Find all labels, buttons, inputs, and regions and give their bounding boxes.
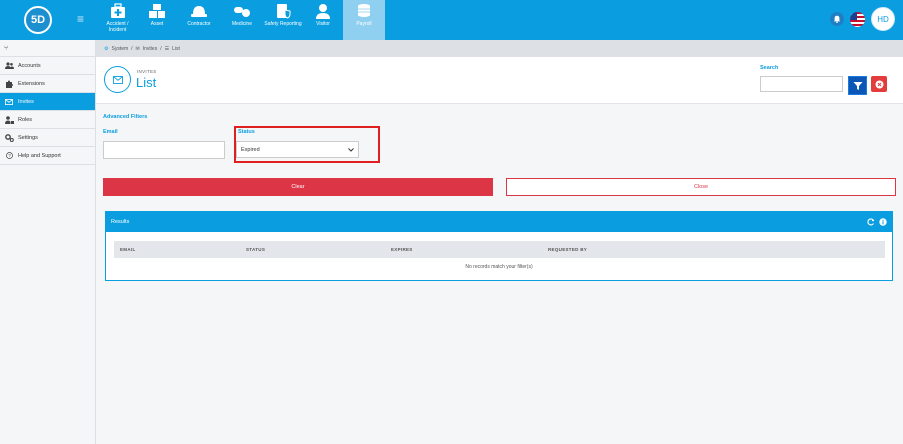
module-label: Visitor bbox=[316, 21, 330, 27]
page-header: INVITES List Search bbox=[96, 57, 903, 104]
coins-icon bbox=[358, 4, 370, 17]
logo-area: 5D ≡ bbox=[0, 0, 96, 40]
us-flag-icon[interactable] bbox=[850, 11, 865, 27]
user-icon bbox=[316, 4, 330, 19]
results-header: Results bbox=[106, 212, 892, 232]
breadcrumb: ⚙ System / ✉ Invites / ☰ List bbox=[96, 40, 903, 57]
module-medicine[interactable]: Medicine bbox=[222, 0, 262, 40]
app-logo[interactable]: 5D bbox=[24, 6, 52, 34]
results-panel: Results EMAIL STATUS EXPIRES REQUESTED B… bbox=[105, 211, 893, 281]
module-label: Accident / Incident bbox=[106, 21, 129, 33]
sidebar-item-label: Accounts bbox=[18, 62, 41, 69]
medkit-icon bbox=[110, 3, 125, 18]
column-header-requested-by[interactable]: REQUESTED BY bbox=[548, 247, 587, 252]
sidebar-item-label: Settings bbox=[18, 134, 38, 141]
sidebar-item-help[interactable]: ? Help and Support bbox=[0, 147, 95, 165]
module-asset[interactable]: Asset bbox=[138, 0, 176, 40]
column-header-status[interactable]: STATUS bbox=[246, 247, 265, 252]
top-navbar: 5D ≡ Accident / Incident Asset Contracto… bbox=[0, 0, 903, 40]
clear-button[interactable]: Clear bbox=[103, 178, 493, 196]
hamburger-menu-icon[interactable]: ≡ bbox=[77, 13, 84, 25]
breadcrumb-separator: / bbox=[131, 45, 133, 52]
sidebar-item-label: Roles bbox=[18, 116, 33, 123]
sidebar-item-label: Invites bbox=[18, 98, 34, 105]
boxes-icon bbox=[149, 4, 165, 18]
cogs-icon bbox=[4, 133, 14, 142]
sidebar-item-roles[interactable]: Roles bbox=[0, 111, 95, 129]
clear-search-button[interactable] bbox=[871, 76, 887, 92]
advanced-filters: Advanced Filters Email Status Expired Cl… bbox=[96, 105, 903, 205]
sidebar: ⑂ Accounts Extensions Invites Roles Sett… bbox=[0, 40, 96, 444]
sidebar-item-settings[interactable]: Settings bbox=[0, 129, 95, 147]
empty-results-message: No records match your filter(s) bbox=[465, 264, 533, 270]
search-label: Search bbox=[760, 65, 779, 71]
module-label: Medicine bbox=[231, 21, 252, 27]
page-title: List bbox=[136, 75, 157, 90]
list-icon: ☰ bbox=[164, 45, 170, 52]
hardhat-icon bbox=[191, 6, 207, 17]
close-circle-icon bbox=[875, 80, 883, 88]
column-header-expires[interactable]: EXPIRES bbox=[391, 247, 413, 252]
page-icon bbox=[104, 66, 131, 93]
safety-report-icon bbox=[277, 4, 291, 19]
sidebar-item-invites[interactable]: Invites bbox=[0, 93, 95, 111]
sidebar-item-label: Extensions bbox=[18, 80, 45, 87]
sidebar-item-label: Help and Support bbox=[18, 152, 61, 159]
chevron-down-icon bbox=[348, 147, 354, 152]
breadcrumb-separator: / bbox=[160, 45, 162, 52]
results-actions bbox=[867, 218, 887, 226]
breadcrumb-list: List bbox=[172, 45, 180, 52]
module-safety-reporting[interactable]: Safety Reporting bbox=[263, 0, 303, 40]
branch-icon: ⑂ bbox=[4, 44, 9, 52]
user-lock-icon bbox=[4, 115, 14, 124]
svg-text:?: ? bbox=[8, 153, 11, 158]
breadcrumb-system[interactable]: System bbox=[111, 46, 128, 52]
bell-icon bbox=[833, 15, 841, 23]
question-icon: ? bbox=[4, 152, 14, 159]
filter-icon bbox=[853, 81, 862, 90]
envelope-icon bbox=[4, 98, 14, 105]
module-label: Safety Reporting bbox=[264, 21, 302, 27]
close-button[interactable]: Close bbox=[506, 178, 896, 196]
email-label: Email bbox=[103, 129, 118, 135]
module-payroll[interactable]: Payroll bbox=[343, 0, 385, 40]
status-selected-value: Expired bbox=[241, 146, 260, 153]
breadcrumb-invites[interactable]: Invites bbox=[143, 46, 157, 52]
refresh-icon[interactable] bbox=[867, 218, 875, 226]
column-header-email[interactable]: EMAIL bbox=[120, 247, 136, 252]
results-title: Results bbox=[111, 219, 130, 225]
notifications-button[interactable] bbox=[830, 12, 844, 26]
pills-icon bbox=[234, 7, 250, 17]
advanced-filters-title: Advanced Filters bbox=[103, 114, 148, 120]
module-visitor[interactable]: Visitor bbox=[304, 0, 342, 40]
module-label: Asset bbox=[150, 21, 164, 27]
users-icon bbox=[4, 62, 14, 69]
search-input[interactable] bbox=[760, 76, 843, 92]
top-right-controls: HD bbox=[830, 7, 895, 31]
module-accident-incident[interactable]: Accident / Incident bbox=[98, 0, 137, 40]
info-icon[interactable] bbox=[879, 218, 887, 226]
user-avatar[interactable]: HD bbox=[871, 7, 895, 31]
module-label: Payroll bbox=[356, 21, 372, 27]
cog-icon: ⚙ bbox=[104, 45, 109, 52]
status-label: Status bbox=[238, 129, 255, 135]
filter-button[interactable] bbox=[848, 76, 867, 95]
module-label: Contractor bbox=[187, 21, 211, 27]
module-contractor[interactable]: Contractor bbox=[177, 0, 221, 40]
module-bar: Accident / Incident Asset Contractor Med… bbox=[98, 0, 386, 40]
results-table-header: EMAIL STATUS EXPIRES REQUESTED BY bbox=[114, 241, 885, 258]
page-subtitle: INVITES bbox=[137, 69, 157, 74]
envelope-icon: ✉ bbox=[135, 45, 140, 52]
sidebar-toggle[interactable]: ⑂ bbox=[0, 40, 95, 57]
envelope-icon bbox=[112, 75, 123, 84]
status-select[interactable]: Expired bbox=[236, 141, 359, 158]
sidebar-item-extensions[interactable]: Extensions bbox=[0, 75, 95, 93]
email-field[interactable] bbox=[103, 141, 225, 159]
sidebar-item-accounts[interactable]: Accounts bbox=[0, 57, 95, 75]
puzzle-icon bbox=[4, 80, 14, 88]
